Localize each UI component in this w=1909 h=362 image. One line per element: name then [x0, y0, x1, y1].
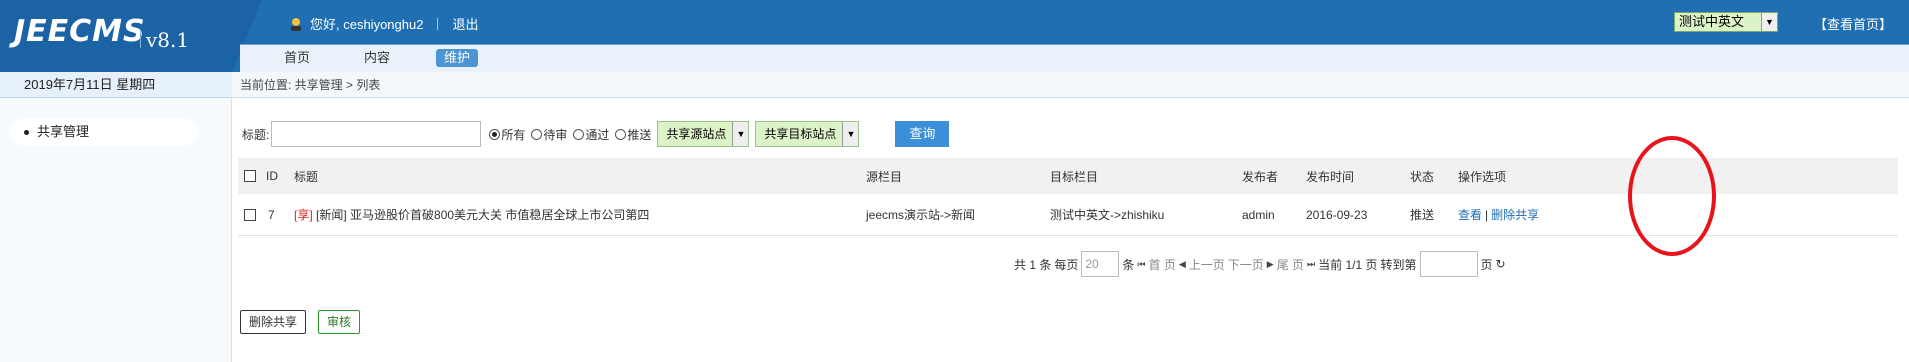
title-label: 标题: — [242, 127, 270, 142]
radio-label: 待审 — [543, 127, 568, 142]
first-page-icon: ⏮ — [1137, 258, 1146, 269]
prev-page-link[interactable]: 上一页 — [1189, 256, 1225, 273]
per-page-unit: 条 — [1122, 257, 1135, 272]
search-bar: 标题: 所有 待审 通过 推送 共享源站点 ▼ 共享目标站点 ▼ 查询 — [242, 120, 950, 148]
action-separator: | — [1485, 207, 1489, 222]
nav-maintenance[interactable]: 维护 — [436, 49, 479, 67]
view-home-link[interactable]: 【查看首页】 — [1814, 14, 1892, 33]
main-nav: 首页 内容 维护 — [240, 44, 1909, 72]
row-checkbox[interactable] — [244, 194, 256, 235]
logo: JEECMS — [14, 14, 146, 49]
site-select-value: 测试中英文 — [1679, 14, 1745, 29]
source-site-value: 共享源站点 — [666, 127, 727, 141]
col-publish-time: 发布时间 — [1306, 169, 1355, 184]
bullet-icon — [24, 130, 29, 136]
col-source-column: 源栏目 — [866, 169, 903, 184]
row-publish-time: 2016-09-23 — [1306, 207, 1368, 222]
next-page-link[interactable]: 下一页 — [1228, 256, 1264, 273]
pagination: 共 1 条 每页 20 条 ⏮ 首 页 ◀ 上一页 下一页 ▶ 尾 页 ⏭ 当前… — [1014, 250, 1506, 278]
category-tag: [新闻] — [316, 208, 347, 222]
target-site-select[interactable]: 共享目标站点 ▼ — [755, 121, 860, 147]
share-tag: [享] — [294, 208, 313, 222]
divider — [437, 17, 439, 30]
nav-home[interactable]: 首页 — [284, 49, 310, 67]
view-link[interactable]: 查看 — [1458, 206, 1482, 223]
logout-link[interactable]: 退出 — [452, 14, 478, 33]
row-actions: 查看 | 删除共享 — [1458, 194, 1539, 235]
radio-checked-icon — [489, 128, 501, 140]
per-page-input[interactable]: 20 — [1081, 251, 1120, 277]
radio-approved[interactable]: 通过 — [573, 126, 609, 143]
current-page: 当前 1/1 页 — [1318, 257, 1378, 272]
delete-share-link[interactable]: 删除共享 — [1491, 206, 1539, 223]
title-text[interactable]: 亚马逊股价首破800美元大关 市值稳居全球上市公司第四 — [350, 206, 649, 223]
next-page-icon: ▶ — [1266, 258, 1274, 269]
row-target-column: 测试中英文->zhishiku — [1050, 208, 1165, 222]
col-actions: 操作选项 — [1458, 169, 1507, 184]
radio-label: 推送 — [627, 127, 652, 142]
col-title: 标题 — [294, 169, 319, 184]
radio-icon — [615, 128, 627, 140]
breadcrumb: 当前位置: 共享管理 > 列表 — [232, 72, 1909, 98]
select-all-checkbox[interactable] — [244, 158, 256, 194]
col-publisher: 发布者 — [1242, 169, 1279, 184]
last-page-icon: ⏭ — [1307, 258, 1316, 269]
per-page-label: 每页 — [1054, 257, 1079, 272]
refresh-icon[interactable]: ↻ — [1496, 257, 1506, 271]
user-info: 您好, ceshiyonghu2 退出 — [288, 14, 478, 33]
sidebar: 共享管理 — [0, 98, 232, 362]
row-publisher: admin — [1242, 207, 1275, 222]
radio-pending[interactable]: 待审 — [531, 126, 567, 143]
logo-area: JEECMS v8.1 — [0, 0, 232, 72]
site-select[interactable]: 测试中英文 ▼ — [1674, 12, 1778, 32]
col-target-column: 目标栏目 — [1050, 169, 1099, 184]
prev-page-icon: ◀ — [1178, 258, 1186, 269]
annotation-ellipse — [1628, 136, 1716, 256]
source-site-select[interactable]: 共享源站点 ▼ — [657, 121, 750, 147]
radio-all[interactable]: 所有 — [489, 126, 525, 143]
radio-icon — [573, 128, 585, 140]
audit-button[interactable]: 审核 — [318, 310, 361, 334]
chevron-down-icon: ▼ — [1761, 13, 1777, 31]
current-date: 2019年7月11日 星期四 — [0, 72, 232, 98]
title-input[interactable] — [271, 121, 482, 147]
first-page-link[interactable]: 首 页 — [1148, 256, 1175, 273]
row-source-column: jeecms演示站->新闻 — [866, 208, 976, 222]
chevron-down-icon: ▼ — [732, 122, 749, 146]
target-site-value: 共享目标站点 — [764, 127, 837, 141]
radio-pushed[interactable]: 推送 — [615, 126, 651, 143]
sidebar-item-share-management[interactable]: 共享管理 — [10, 118, 198, 146]
row-id: 7 — [268, 207, 275, 222]
last-page-link[interactable]: 尾 页 — [1277, 256, 1304, 273]
row-status: 推送 — [1410, 208, 1435, 222]
total-count: 共 1 条 — [1014, 257, 1052, 272]
row-title: [享] [新闻] 亚马逊股价首破800美元大关 市值稳居全球上市公司第四 — [294, 194, 649, 235]
nav-content[interactable]: 内容 — [364, 49, 390, 67]
user-icon — [288, 17, 304, 31]
col-id: ID — [266, 169, 278, 183]
goto-unit: 页 — [1480, 257, 1493, 272]
logo-divider — [140, 30, 141, 48]
goto-label: 转到第 — [1380, 257, 1417, 272]
greeting: 您好, ceshiyonghu2 — [310, 17, 424, 32]
radio-label: 所有 — [501, 127, 526, 142]
chevron-down-icon: ▼ — [842, 122, 859, 146]
goto-page-input[interactable] — [1419, 251, 1478, 277]
radio-icon — [531, 128, 543, 140]
radio-label: 通过 — [585, 127, 610, 142]
version-label: v8.1 — [146, 28, 190, 52]
delete-share-button[interactable]: 删除共享 — [240, 310, 307, 334]
sidebar-item-label: 共享管理 — [37, 124, 90, 139]
query-button[interactable]: 查询 — [895, 121, 950, 147]
col-status: 状态 — [1410, 169, 1435, 184]
